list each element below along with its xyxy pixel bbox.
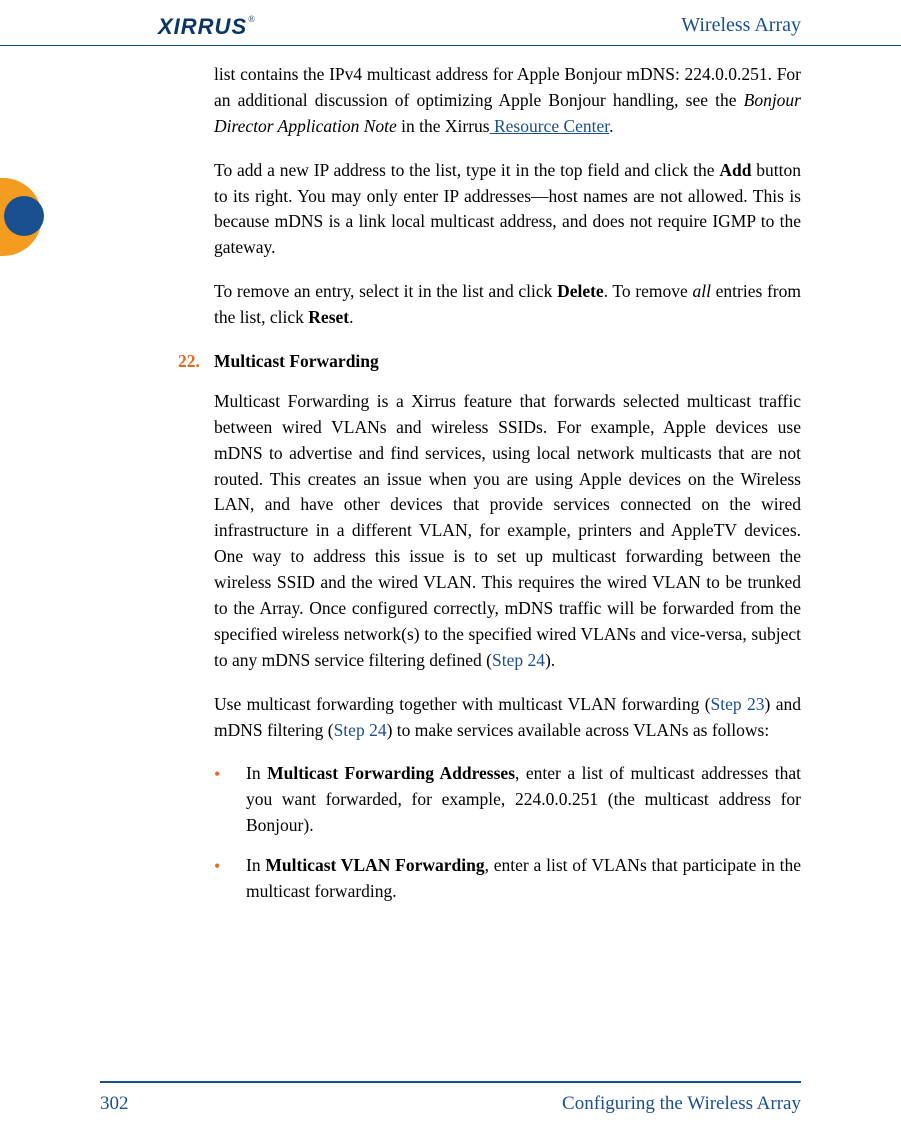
p1-text-a: list contains the IPv4 multicast address… <box>214 64 801 110</box>
page-content: list contains the IPv4 multicast address… <box>214 62 801 919</box>
section-22-heading: 22. Multicast Forwarding <box>214 349 801 375</box>
section-number: 22. <box>178 349 200 375</box>
bullet-2-a: In <box>246 855 265 875</box>
bullet-1-bold: Multicast Forwarding Addresses <box>267 763 515 783</box>
bullet-list: In Multicast Forwarding Addresses, enter… <box>246 761 801 904</box>
p3-text-b: . To remove <box>604 281 693 301</box>
step-24-ref[interactable]: Step 24 <box>492 650 545 670</box>
logo: XIRRUS® <box>158 14 257 40</box>
bullet-2-bold: Multicast VLAN Forwarding <box>265 855 484 875</box>
page-header: XIRRUS® Wireless Array <box>0 0 901 46</box>
paragraph-5: Use multicast forwarding together with m… <box>214 692 801 744</box>
p3-text-d: . <box>349 307 353 327</box>
step-23-ref[interactable]: Step 23 <box>711 694 765 714</box>
paragraph-1: list contains the IPv4 multicast address… <box>214 62 801 140</box>
p1-text-b: in the Xirrus <box>397 116 490 136</box>
resource-center-link[interactable]: Resource Center <box>490 116 610 136</box>
p4-text-a: Multicast Forwarding is a Xirrus feature… <box>214 391 801 670</box>
p2-text-a: To add a new IP address to the list, typ… <box>214 160 719 180</box>
p3-all-italic: all <box>692 281 710 301</box>
section-title: Multicast Forwarding <box>214 351 379 371</box>
side-tab-marker <box>0 178 42 256</box>
p5-text-c: ) to make services available across VLAN… <box>387 720 770 740</box>
logo-registered-icon: ® <box>248 14 255 24</box>
page-footer: 302 Configuring the Wireless Array <box>100 1081 801 1115</box>
p5-text-a: Use multicast forwarding together with m… <box>214 694 711 714</box>
p2-add-bold: Add <box>719 160 751 180</box>
paragraph-4: Multicast Forwarding is a Xirrus feature… <box>214 389 801 674</box>
list-item: In Multicast VLAN Forwarding, enter a li… <box>246 853 801 905</box>
paragraph-2: To add a new IP address to the list, typ… <box>214 158 801 262</box>
p4-text-b: ). <box>545 650 555 670</box>
p3-reset-bold: Reset <box>308 307 349 327</box>
logo-text: XIRRUS <box>158 14 247 40</box>
footer-section-title: Configuring the Wireless Array <box>562 1093 801 1115</box>
paragraph-3: To remove an entry, select it in the lis… <box>214 279 801 331</box>
p3-delete-bold: Delete <box>557 281 604 301</box>
p1-text-c: . <box>609 116 613 136</box>
step-24-ref-2[interactable]: Step 24 <box>334 720 387 740</box>
list-item: In Multicast Forwarding Addresses, enter… <box>246 761 801 839</box>
p3-text-a: To remove an entry, select it in the lis… <box>214 281 557 301</box>
bullet-1-a: In <box>246 763 267 783</box>
page-number: 302 <box>100 1093 129 1115</box>
header-title: Wireless Array <box>681 14 801 37</box>
